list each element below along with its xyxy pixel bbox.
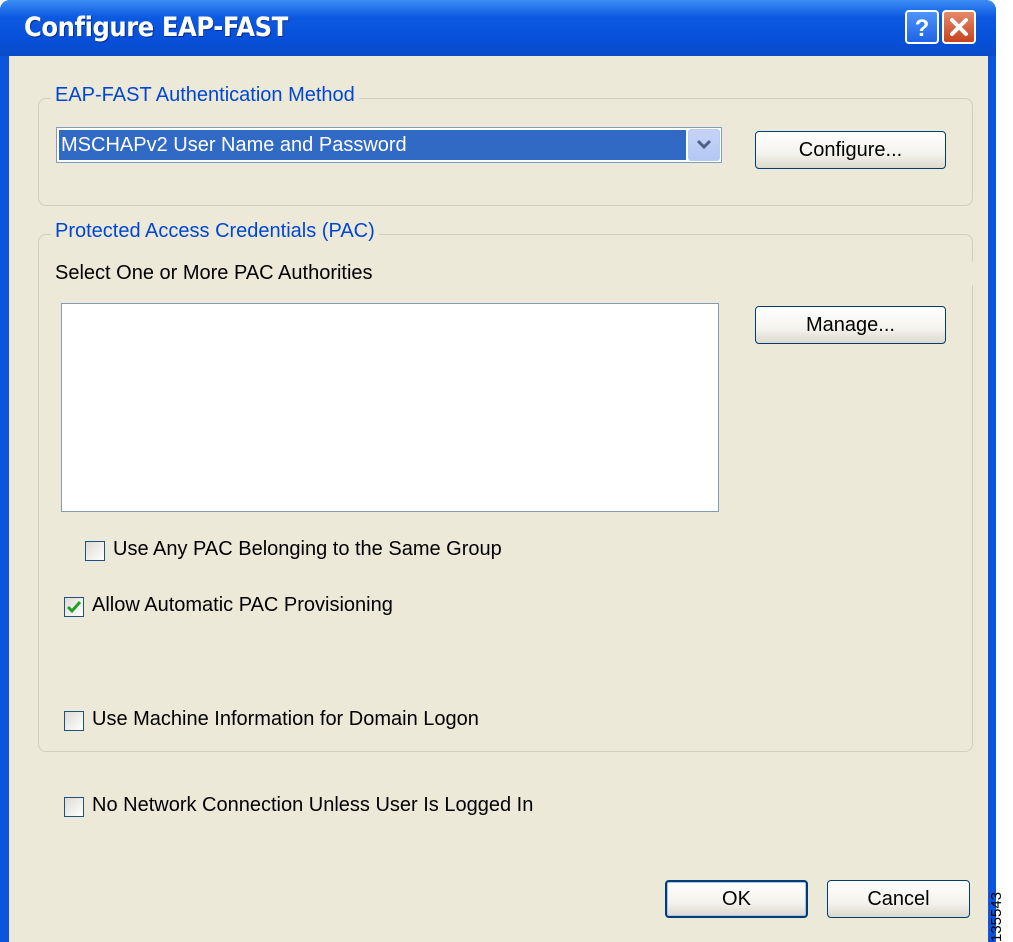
question-mark-icon: ? — [915, 15, 930, 42]
checkmark-icon — [66, 601, 82, 614]
help-button[interactable]: ? — [905, 10, 939, 44]
pac-legend: Protected Access Credentials (PAC) — [51, 220, 379, 243]
dropdown-arrow-button[interactable] — [688, 129, 720, 161]
use-any-pac-label[interactable]: Use Any PAC Belonging to the Same Group — [113, 538, 502, 561]
auth-method-selected: MSCHAPv2 User Name and Password — [59, 130, 686, 160]
no-network-label[interactable]: No Network Connection Unless User Is Log… — [92, 794, 533, 817]
figure-id: 135543 — [988, 892, 1013, 942]
cancel-button[interactable]: Cancel — [827, 880, 970, 918]
allow-auto-pac-checkbox[interactable] — [64, 597, 84, 617]
configure-button[interactable]: Configure... — [755, 131, 946, 169]
svg-text:?: ? — [915, 15, 930, 42]
no-network-checkbox[interactable] — [64, 797, 84, 817]
dialog-window: Configure EAP-FAST ? EAP-FAST Authentica… — [0, 0, 996, 942]
use-any-pac-checkbox[interactable] — [85, 541, 105, 561]
allow-auto-pac-label[interactable]: Allow Automatic PAC Provisioning — [92, 594, 393, 617]
dialog-body: EAP-FAST Authentication Method MSCHAPv2 … — [9, 56, 988, 942]
title-bar[interactable]: Configure EAP-FAST ? — [0, 0, 996, 56]
close-x-icon — [950, 18, 968, 36]
pac-select-label: Select One or More PAC Authorities — [55, 262, 978, 285]
chevron-down-icon — [696, 139, 712, 150]
use-machine-info-checkbox[interactable] — [64, 711, 84, 731]
pac-authority-list[interactable] — [61, 303, 719, 512]
use-machine-info-label[interactable]: Use Machine Information for Domain Logon — [92, 708, 479, 731]
dialog-title: Configure EAP-FAST — [24, 12, 288, 43]
figure-id-text: 135543 — [988, 891, 1005, 942]
manage-button[interactable]: Manage... — [755, 306, 946, 344]
close-button[interactable] — [942, 10, 976, 44]
ok-button[interactable]: OK — [665, 880, 808, 918]
auth-method-dropdown[interactable]: MSCHAPv2 User Name and Password — [56, 127, 722, 163]
auth-method-legend: EAP-FAST Authentication Method — [51, 84, 359, 107]
